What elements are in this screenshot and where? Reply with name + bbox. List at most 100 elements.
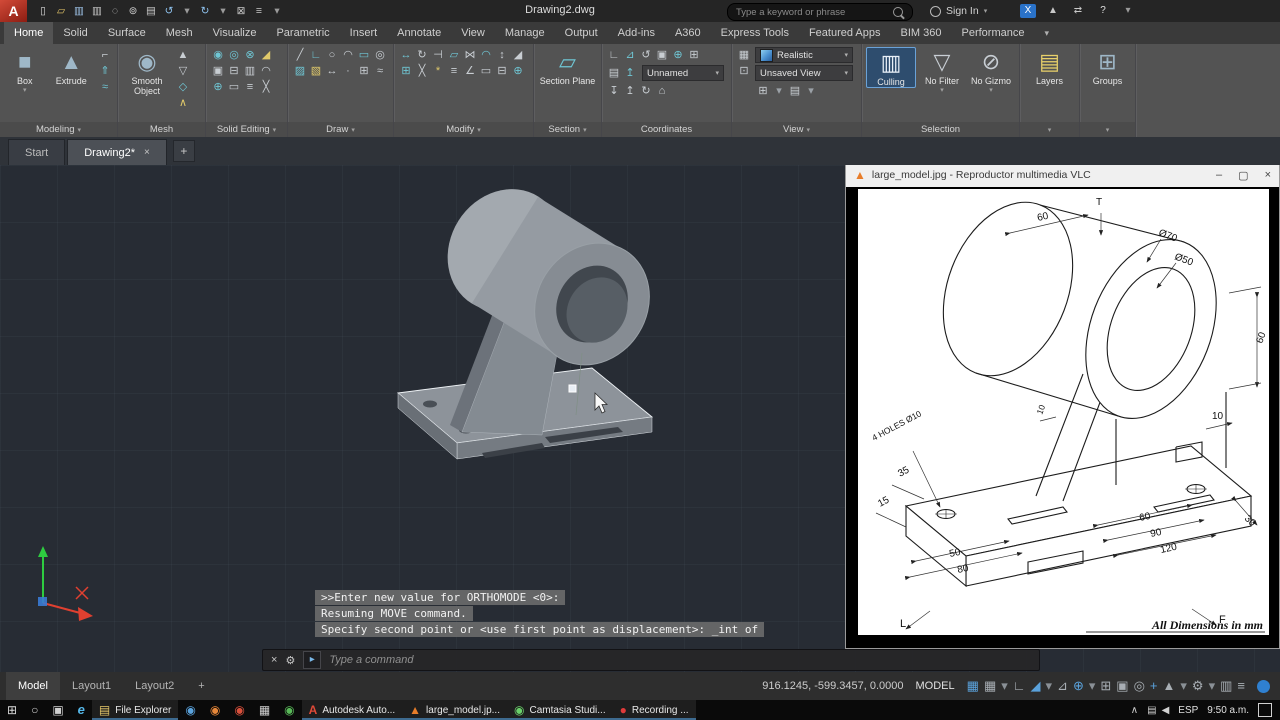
signin-area[interactable]: Sign In ▾ xyxy=(930,0,987,22)
ribbon-tab-solid[interactable]: Solid xyxy=(53,22,97,44)
layers-button[interactable]: ▤ Layers xyxy=(1024,47,1075,86)
file-tab-start[interactable]: Start xyxy=(8,139,65,165)
new-layout-button[interactable]: + xyxy=(186,672,216,700)
qat-caret[interactable]: ▾ xyxy=(269,3,285,19)
rotate-icon[interactable]: ↻ xyxy=(414,47,430,63)
no-filter-button[interactable]: ▽ No Filter ▾ xyxy=(919,47,965,94)
search-icon[interactable] xyxy=(893,7,903,17)
ucs-origin-icon[interactable]: ↥ xyxy=(622,65,638,81)
draw-panel-label[interactable]: Draw ▾ xyxy=(288,122,393,137)
stay-connected-icon[interactable]: ⇄ xyxy=(1070,4,1086,18)
layout2-tab[interactable]: Layout2 xyxy=(123,672,186,700)
notification-dot-icon[interactable] xyxy=(1257,680,1270,693)
snap-caret[interactable]: ▾ xyxy=(1001,672,1008,700)
vlc-taskbar-button[interactable]: ▲ large_model.jp... xyxy=(402,700,507,720)
box-button[interactable]: ■ Box ▾ xyxy=(4,47,46,94)
vlc-video-area[interactable]: 60 T Ø70 Ø50 60 10 30 60 90 120 50 80 4 … xyxy=(858,189,1269,635)
autocad-app-menu-logo[interactable]: A xyxy=(0,0,27,22)
a360-icon[interactable]: ▲ xyxy=(1045,4,1061,18)
ucs-y-icon[interactable]: ↥ xyxy=(622,83,638,99)
edge-button[interactable]: e xyxy=(71,700,92,720)
close-tab-icon[interactable]: × xyxy=(144,148,150,158)
selection-cycling-icon[interactable]: ◎ xyxy=(1134,672,1145,700)
isodraft-icon[interactable]: ⊿ xyxy=(1057,672,1068,700)
open-file-icon[interactable]: ▱ xyxy=(53,3,69,19)
hatch-icon[interactable]: ▨ xyxy=(292,63,308,79)
polyline-icon[interactable]: ∟ xyxy=(308,47,324,63)
task-view-button[interactable]: ▣ xyxy=(45,700,70,720)
tray-network-icon[interactable]: ▤ xyxy=(1147,705,1156,716)
calculator-button[interactable]: ▦ xyxy=(252,700,277,720)
mesh-panel-label[interactable]: Mesh xyxy=(118,122,205,137)
grid-icon[interactable]: ▦ xyxy=(967,672,979,700)
annotation-scale-icon[interactable]: ▲ xyxy=(1163,672,1176,700)
ribbon-tab-annotate[interactable]: Annotate xyxy=(387,22,451,44)
properties-icon[interactable]: ≡ xyxy=(251,3,267,19)
taper-face-icon[interactable]: ▭ xyxy=(226,79,242,95)
intersect-icon[interactable]: ⊗ xyxy=(242,47,258,63)
quick-properties-icon[interactable]: ▥ xyxy=(1220,672,1232,700)
presspull-icon[interactable]: ⇑ xyxy=(97,63,113,79)
tray-volume-icon[interactable]: ◀ xyxy=(1162,705,1170,716)
digital-sign-icon[interactable]: ⊠ xyxy=(233,3,249,19)
minimize-button[interactable]: – xyxy=(1216,169,1222,182)
ribbon-tab-output[interactable]: Output xyxy=(555,22,608,44)
explode-icon[interactable]: * xyxy=(430,63,446,79)
snap-icon[interactable]: ▦ xyxy=(984,672,996,700)
3d-model[interactable] xyxy=(330,185,670,485)
ellipse-icon[interactable]: ◎ xyxy=(372,47,388,63)
layout1-tab[interactable]: Layout1 xyxy=(60,672,123,700)
ribbon-tab-surface[interactable]: Surface xyxy=(98,22,156,44)
help-caret[interactable]: ▾ xyxy=(1120,4,1136,18)
sweep-icon[interactable]: ≈ xyxy=(97,79,113,95)
erase-icon[interactable]: ╳ xyxy=(414,63,430,79)
start-button[interactable]: ⊞ xyxy=(0,700,24,720)
stretch-icon[interactable]: ↕ xyxy=(494,47,510,63)
chamfer-icon[interactable]: ∠ xyxy=(462,63,478,79)
clock[interactable]: 9:50 a.m. xyxy=(1207,705,1249,716)
customize-command-icon[interactable]: ⚙ xyxy=(285,654,295,667)
cortana-search-button[interactable]: ○ xyxy=(24,700,45,720)
coordinates-panel-label[interactable]: Coordinates xyxy=(602,122,731,137)
command-input[interactable]: Type a command xyxy=(329,654,413,666)
smooth-more-icon[interactable]: ▲ xyxy=(175,47,191,63)
grip-point[interactable] xyxy=(569,385,576,392)
viewport-config-caret[interactable]: ▾ xyxy=(771,83,787,99)
save-icon[interactable]: ▥ xyxy=(71,3,87,19)
workspace-gear-icon[interactable]: ⚙ xyxy=(1192,672,1204,700)
plot-icon[interactable]: ▤ xyxy=(143,3,159,19)
ucs-icon[interactable]: ⊿ xyxy=(622,47,638,63)
model-tab[interactable]: Model xyxy=(6,672,60,700)
align-icon[interactable]: ▭ xyxy=(478,63,494,79)
imprint-icon[interactable]: ◠ xyxy=(258,63,274,79)
3d-osnap-icon[interactable]: ⊞ xyxy=(1100,672,1111,700)
file-tab-drawing2[interactable]: Drawing2* × xyxy=(67,139,167,165)
no-gizmo-button[interactable]: ⊘ No Gizmo ▾ xyxy=(968,47,1014,94)
thicken-icon[interactable]: ▣ xyxy=(210,63,226,79)
undo-icon[interactable]: ↺ xyxy=(161,3,177,19)
ribbon-tab-bim360[interactable]: BIM 360 xyxy=(891,22,952,44)
ucs-view-icon[interactable]: ⊞ xyxy=(686,47,702,63)
ribbon-tab-addins[interactable]: Add-ins xyxy=(608,22,665,44)
redo-icon[interactable]: ↻ xyxy=(197,3,213,19)
customization-icon[interactable]: ≡ xyxy=(1237,672,1245,700)
osnap-caret[interactable]: ▾ xyxy=(1089,672,1096,700)
ribbon-tab-home[interactable]: Home xyxy=(4,22,53,44)
view-panel-label[interactable]: View ▾ xyxy=(732,122,861,137)
rectangle-icon[interactable]: ▭ xyxy=(356,47,372,63)
polar-caret[interactable]: ▾ xyxy=(1046,672,1053,700)
command-line-bar[interactable]: × ⚙ ▸ Type a command xyxy=(262,649,1040,671)
app-orange-button[interactable]: ◉ xyxy=(203,700,227,720)
groups-button[interactable]: ⊞ Groups xyxy=(1084,47,1131,86)
new-tab-button[interactable]: + xyxy=(173,140,195,162)
model-space-indicator[interactable]: MODEL xyxy=(916,680,955,692)
ribbon-overflow-caret[interactable]: ▾ xyxy=(1034,22,1059,44)
undo-caret[interactable]: ▾ xyxy=(179,3,195,19)
point-icon[interactable]: · xyxy=(340,63,356,79)
ucs-z-icon[interactable]: ↻ xyxy=(638,83,654,99)
fillet-icon[interactable]: ◠ xyxy=(478,47,494,63)
ucs-object-icon[interactable]: ⊕ xyxy=(670,47,686,63)
ucs-previous-icon[interactable]: ↺ xyxy=(638,47,654,63)
copy-icon[interactable]: ▱ xyxy=(446,47,462,63)
culling-button[interactable]: ▥ Culling xyxy=(866,47,916,88)
